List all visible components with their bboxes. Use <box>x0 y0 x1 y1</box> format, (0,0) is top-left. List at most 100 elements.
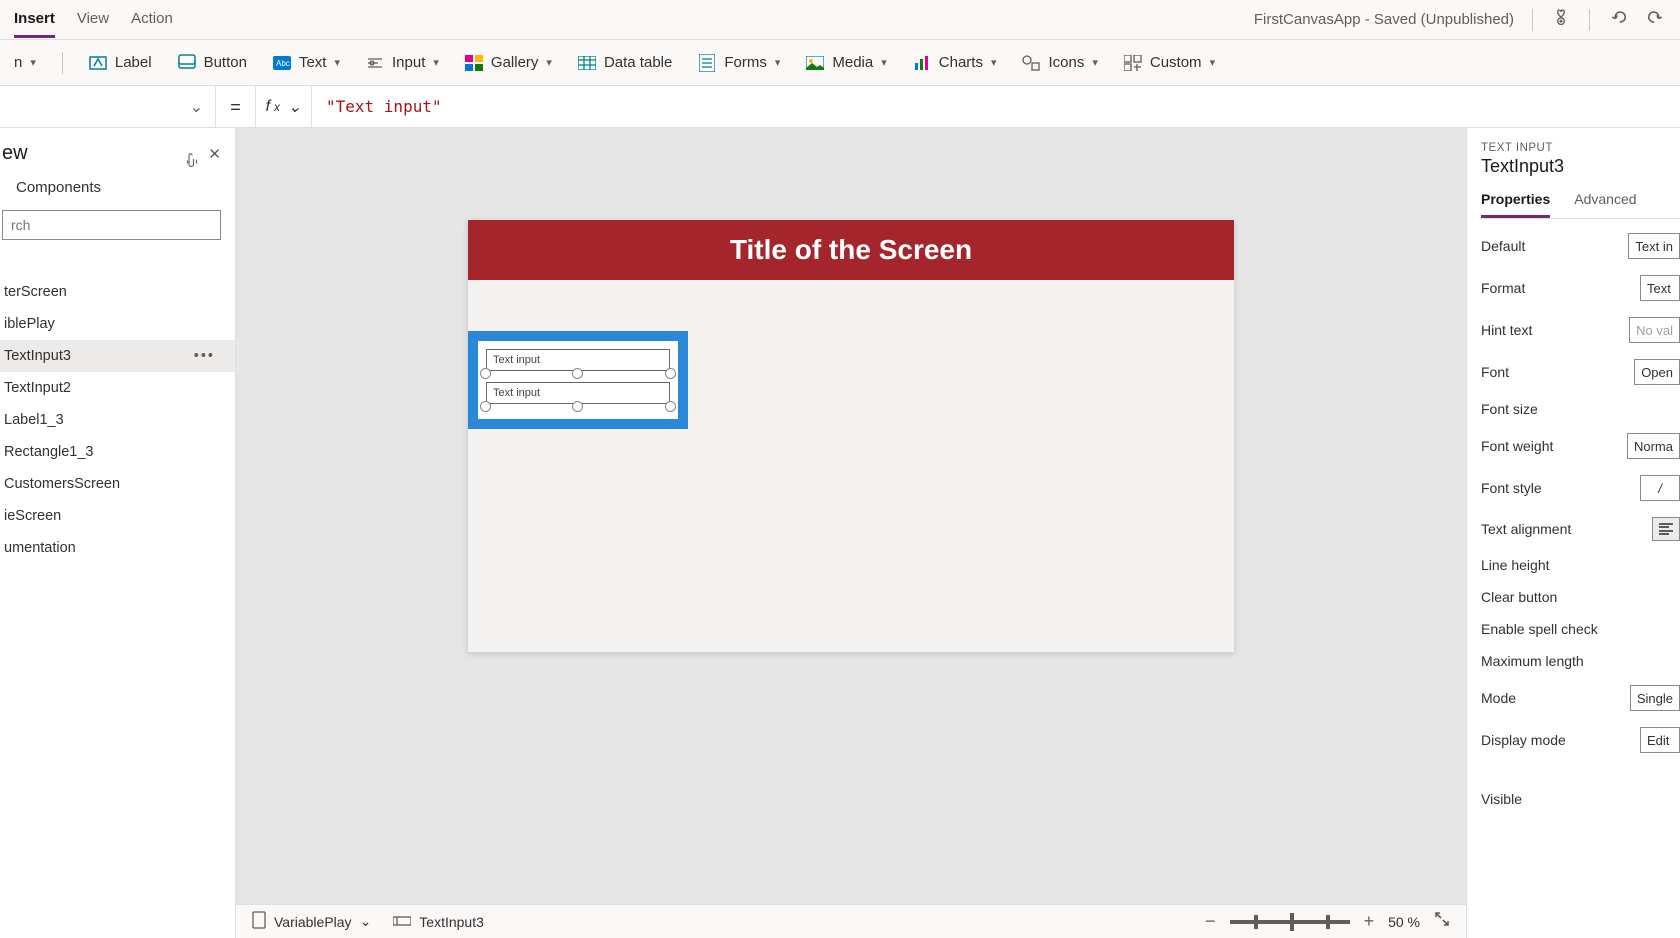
forms-icon <box>698 54 716 72</box>
tree-item-umentation[interactable]: umentation <box>0 532 235 564</box>
tree-item-rectangle1-3[interactable]: Rectangle1_3 <box>0 436 235 468</box>
prop-mode: Mode Single <box>1481 685 1680 711</box>
screen-title-label[interactable]: Title of the Screen <box>468 220 1234 280</box>
label-icon <box>89 54 107 72</box>
control-name-label[interactable]: TextInput3 <box>1481 156 1680 177</box>
prop-visible: Visible <box>1481 791 1680 807</box>
tab-view[interactable]: View <box>77 2 109 38</box>
properties-tabs: Properties Advanced <box>1481 191 1680 219</box>
prop-font-value[interactable]: Open <box>1634 359 1680 385</box>
svg-text:Abc: Abc <box>276 59 290 68</box>
app-title: FirstCanvasApp - Saved (Unpublished) <box>1254 11 1514 28</box>
ribbon-gallery[interactable]: Gallery▾ <box>465 54 552 72</box>
prop-maximum-length: Maximum length <box>1481 653 1680 669</box>
health-check-icon[interactable] <box>1551 7 1571 32</box>
tab-insert[interactable]: Insert <box>14 2 55 38</box>
properties-panel: TEXT INPUT TextInput3 Properties Advance… <box>1466 128 1680 938</box>
control-type-label: TEXT INPUT <box>1481 142 1680 154</box>
canvas-area: Title of the Screen Text input Text inpu… <box>236 128 1466 938</box>
zoom-slider[interactable] <box>1230 920 1350 924</box>
tree-view-panel: ew ✕ Components terScreen iblePlay TextI… <box>0 128 236 938</box>
undo-icon[interactable] <box>1608 7 1628 32</box>
fit-to-window-icon[interactable] <box>1434 911 1450 932</box>
more-options-icon[interactable]: ••• <box>194 348 227 364</box>
tree-list: terScreen iblePlay TextInput3 ••• TextIn… <box>0 250 235 564</box>
ribbon-text[interactable]: Abc Text▾ <box>273 54 340 72</box>
app-screen[interactable]: Title of the Screen Text input Text inpu… <box>468 220 1234 652</box>
prop-display-mode: Display mode Edit <box>1481 727 1680 753</box>
gallery-icon <box>465 54 483 72</box>
selected-textinput-group[interactable]: Text input Text input <box>468 331 688 429</box>
zoom-controls: − + 50 % <box>1205 911 1450 932</box>
prop-line-height: Line height <box>1481 557 1680 573</box>
ribbon-charts[interactable]: Charts▾ <box>913 54 997 72</box>
top-menu-right: FirstCanvasApp - Saved (Unpublished) <box>1254 7 1666 32</box>
status-bar: VariablePlay ⌄ TextInput3 − + 50 % <box>236 904 1466 938</box>
prop-format-value[interactable]: Text <box>1640 275 1680 301</box>
tab-advanced[interactable]: Advanced <box>1574 191 1636 218</box>
custom-icon <box>1124 54 1142 72</box>
property-selector[interactable]: ⌄ <box>0 86 216 127</box>
tree-item-label1-3[interactable]: Label1_3 <box>0 404 235 436</box>
formula-input[interactable]: "Text input" <box>312 97 1680 116</box>
ribbon-label[interactable]: Label <box>89 54 152 72</box>
separator <box>1589 9 1590 31</box>
prop-clear-button: Clear button <box>1481 589 1680 605</box>
cursor-pointer-icon <box>183 152 201 177</box>
prop-font-weight-value[interactable]: Norma <box>1627 433 1680 459</box>
prop-mode-value[interactable]: Single <box>1630 685 1680 711</box>
prop-default-value[interactable]: Text in <box>1628 233 1680 259</box>
ribbon-input[interactable]: Input▾ <box>366 54 439 72</box>
prop-display-mode-value[interactable]: Edit <box>1640 727 1680 753</box>
prop-font-style-value[interactable]: / <box>1640 475 1680 501</box>
selection-handles-mid[interactable] <box>486 374 670 378</box>
data-table-icon <box>578 54 596 72</box>
tree-item-iescreen[interactable]: ieScreen <box>0 500 235 532</box>
text-icon: Abc <box>273 54 291 72</box>
tab-action[interactable]: Action <box>131 2 173 38</box>
ribbon-custom[interactable]: Custom▾ <box>1124 54 1215 72</box>
top-menu-bar: Insert View Action FirstCanvasApp - Save… <box>0 0 1680 40</box>
breadcrumb-screen[interactable]: VariablePlay ⌄ <box>252 911 371 932</box>
canvas-stage[interactable]: Title of the Screen Text input Text inpu… <box>236 128 1466 904</box>
tree-item-textinput2[interactable]: TextInput2 <box>0 372 235 404</box>
prop-format: Format Text <box>1481 275 1680 301</box>
textinput-icon <box>393 914 411 930</box>
ribbon-new-screen-dropdown[interactable]: n▾ <box>14 54 36 71</box>
tree-search <box>2 210 221 240</box>
ribbon-icons[interactable]: Icons▾ <box>1022 54 1097 72</box>
close-icon[interactable]: ✕ <box>208 145 221 163</box>
ribbon-forms[interactable]: Forms▾ <box>698 54 780 72</box>
ribbon-button[interactable]: Button <box>178 54 247 72</box>
formula-bar: ⌄ = fx ⌄ "Text input" <box>0 86 1680 128</box>
tree-item-textinput3[interactable]: TextInput3 ••• <box>0 340 235 372</box>
tree-item-terscreen[interactable]: terScreen <box>0 276 235 308</box>
equals-sign: = <box>216 86 256 127</box>
redo-icon[interactable] <box>1646 7 1666 32</box>
prop-default: Default Text in <box>1481 233 1680 259</box>
prop-font: Font Open <box>1481 359 1680 385</box>
zoom-out-button[interactable]: − <box>1205 911 1216 932</box>
top-menu-tabs: Insert View Action <box>14 2 173 38</box>
tree-item-ibleplay[interactable]: iblePlay <box>0 308 235 340</box>
tab-properties[interactable]: Properties <box>1481 191 1550 218</box>
input-icon <box>366 54 384 72</box>
prop-font-weight: Font weight Norma <box>1481 433 1680 459</box>
main-workspace: ew ✕ Components terScreen iblePlay TextI… <box>0 128 1680 938</box>
fx-button[interactable]: fx ⌄ <box>256 86 312 127</box>
selection-handles-bottom[interactable] <box>486 407 670 411</box>
zoom-value: 50 % <box>1388 914 1420 930</box>
insert-ribbon: n▾ Label Button Abc Text▾ Input▾ Gallery… <box>0 40 1680 86</box>
charts-icon <box>913 54 931 72</box>
search-input[interactable] <box>2 210 221 240</box>
zoom-in-button[interactable]: + <box>1364 911 1375 932</box>
prop-hint-text: Hint text No val <box>1481 317 1680 343</box>
tree-item-customersscreen[interactable]: CustomersScreen <box>0 468 235 500</box>
ribbon-data-table[interactable]: Data table <box>578 54 672 72</box>
prop-hint-value[interactable]: No val <box>1629 317 1680 343</box>
ribbon-media[interactable]: Media▾ <box>806 54 886 72</box>
breadcrumb-control[interactable]: TextInput3 <box>393 914 484 930</box>
align-left-button[interactable] <box>1652 517 1680 541</box>
screen-icon <box>252 911 266 932</box>
tree-title: ew <box>2 142 28 165</box>
